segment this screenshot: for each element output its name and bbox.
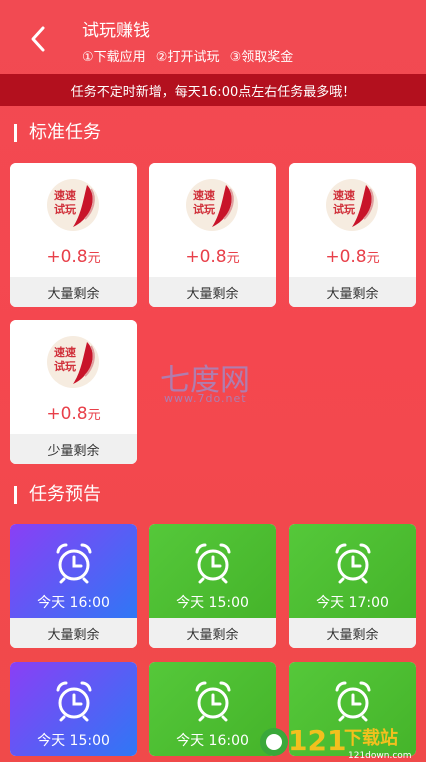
task-card-top: 速速 试玩 +0.8元 xyxy=(10,320,137,434)
alarm-clock-icon xyxy=(195,543,231,584)
task-card[interactable]: 速速 试玩 +0.8元 大量剩余 xyxy=(289,163,416,307)
logo-text: 试玩 xyxy=(193,203,215,216)
app-logo-icon: 速速 试玩 xyxy=(47,179,99,231)
reward-unit: 元 xyxy=(366,251,380,266)
preview-card-top: 今天 15:00 xyxy=(149,524,276,618)
reward-amount: +0.8元 xyxy=(149,247,276,267)
preview-card[interactable]: 今天 15:00 大量剩余 xyxy=(149,524,276,648)
step-open: ②打开试玩 xyxy=(155,50,220,65)
alarm-clock-icon xyxy=(335,543,371,584)
reward-unit: 元 xyxy=(87,408,101,423)
step-claim: ③领取奖金 xyxy=(229,50,294,65)
preview-card-top: 今天 15:00 xyxy=(10,662,137,756)
reward-amount: +0.8元 xyxy=(10,247,137,267)
page-title: 试玩赚钱 xyxy=(82,21,150,41)
header: 试玩赚钱 ①下载应用 ②打开试玩 ③领取奖金 xyxy=(0,0,426,74)
logo-text: 试玩 xyxy=(54,203,76,216)
stock-status: 大量剩余 xyxy=(289,618,416,648)
reward-amount: +0.8元 xyxy=(289,247,416,267)
start-time: 今天 15:00 xyxy=(176,595,249,611)
alarm-clock-icon xyxy=(56,681,92,722)
reward-unit: 元 xyxy=(87,251,101,266)
reward-unit: 元 xyxy=(226,251,240,266)
start-time: 今天 16:00 xyxy=(37,595,110,611)
app-logo-icon: 速速 试玩 xyxy=(326,179,378,231)
stock-status: 大量剩余 xyxy=(289,277,416,307)
stock-status: 少量剩余 xyxy=(10,434,137,464)
task-card[interactable]: 速速 试玩 +0.8元 大量剩余 xyxy=(149,163,276,307)
download-site-logo: 121 下载站 121down.com xyxy=(260,724,412,761)
preview-card-top: 今天 16:00 xyxy=(10,524,137,618)
reward-value: +0.8 xyxy=(325,247,367,267)
watermark-url: www.7do.net xyxy=(164,392,247,405)
badge-number: 121 xyxy=(288,724,346,757)
stock-status: 大量剩余 xyxy=(149,277,276,307)
task-card-top: 速速 试玩 +0.8元 xyxy=(289,163,416,277)
steps-guide: ①下载应用 ②打开试玩 ③领取奖金 xyxy=(82,46,299,65)
step-download: ①下载应用 xyxy=(82,50,146,65)
reward-amount: +0.8元 xyxy=(10,404,137,424)
logo-text: 试玩 xyxy=(54,360,76,373)
app-logo-icon: 速速 试玩 xyxy=(186,179,238,231)
app-logo-icon: 速速 试玩 xyxy=(47,336,99,388)
alarm-clock-icon xyxy=(195,681,231,722)
back-arrow-icon[interactable] xyxy=(26,24,52,54)
section-title-preview: 任务预告 xyxy=(14,486,101,504)
preview-card-top: 今天 17:00 xyxy=(289,524,416,618)
stock-status: 大量剩余 xyxy=(10,618,137,648)
task-card-top: 速速 试玩 +0.8元 xyxy=(10,163,137,277)
badge-url: 121down.com xyxy=(348,751,412,761)
notice-banner: 任务不定时新增，每天16:00点左右任务最多哦！ xyxy=(0,74,426,106)
preview-card[interactable]: 今天 17:00 大量剩余 xyxy=(289,524,416,648)
stock-status: 大量剩余 xyxy=(10,277,137,307)
reward-value: +0.8 xyxy=(46,247,88,267)
reward-value: +0.8 xyxy=(46,404,88,424)
section-title-standard: 标准任务 xyxy=(14,124,101,142)
start-time: 今天 17:00 xyxy=(316,595,389,611)
stock-status: 大量剩余 xyxy=(149,618,276,648)
preview-card[interactable]: 今天 15:00 xyxy=(10,662,137,756)
badge-text: 下载站 xyxy=(344,727,398,749)
alarm-clock-icon xyxy=(56,543,92,584)
start-time: 今天 15:00 xyxy=(37,733,110,749)
preview-card[interactable]: 今天 16:00 大量剩余 xyxy=(10,524,137,648)
task-card[interactable]: 速速 试玩 +0.8元 大量剩余 xyxy=(10,163,137,307)
task-card[interactable]: 速速 试玩 +0.8元 少量剩余 xyxy=(10,320,137,464)
task-card-top: 速速 试玩 +0.8元 xyxy=(149,163,276,277)
logo-text: 试玩 xyxy=(333,203,355,216)
reward-value: +0.8 xyxy=(185,247,227,267)
